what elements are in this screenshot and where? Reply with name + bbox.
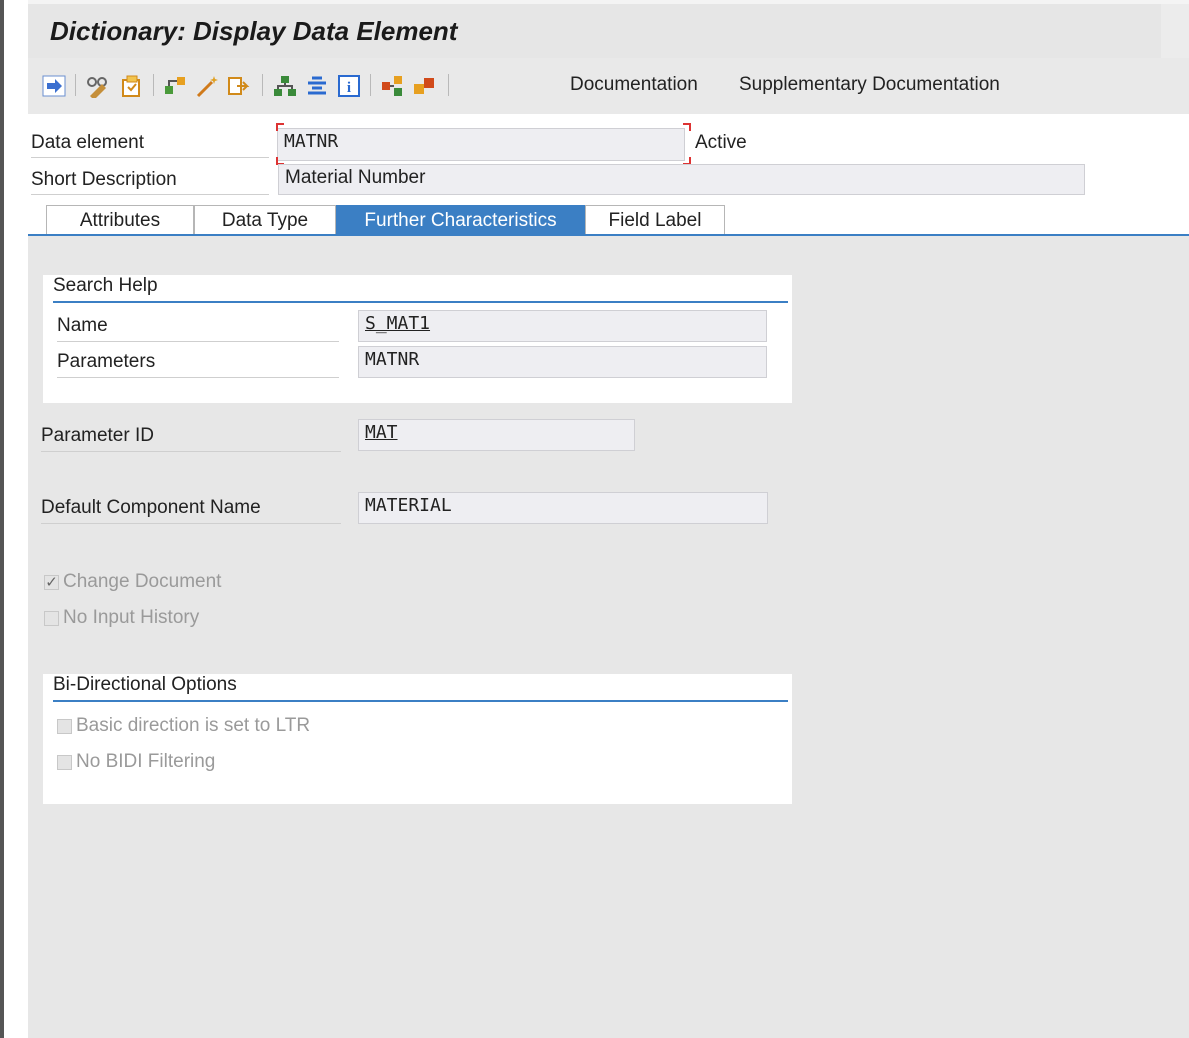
- tab-content: Search Help Name S_MAT1 Parameters MATNR…: [28, 236, 1189, 1038]
- no-bidi-filtering-option: No BIDI Filtering: [57, 751, 215, 773]
- tab-strip: Attributes Data Type Further Characteris…: [28, 205, 1189, 237]
- tab-field-label[interactable]: Field Label: [585, 205, 725, 235]
- default-component-value: MATERIAL: [365, 495, 452, 516]
- no-input-history-option: No Input History: [44, 607, 199, 629]
- title-bar: Dictionary: Display Data Element: [28, 0, 1189, 60]
- title-bar-right-strip: [1161, 4, 1189, 60]
- toolbar-separator: [370, 74, 371, 96]
- list-icon[interactable]: [303, 72, 331, 100]
- window-left-gutter: [4, 0, 28, 1038]
- search-help-title: Search Help: [53, 275, 788, 303]
- change-document-label: Change Document: [63, 571, 222, 592]
- search-help-name-field[interactable]: S_MAT1: [358, 310, 767, 342]
- export-icon[interactable]: [226, 72, 254, 100]
- bidi-panel: Bi-Directional Options Basic direction i…: [43, 674, 792, 804]
- search-help-parameters-field[interactable]: MATNR: [358, 346, 767, 378]
- arrow-right-icon[interactable]: [40, 72, 68, 100]
- data-element-field[interactable]: MATNR: [277, 128, 685, 161]
- toolbar-separator: [262, 74, 263, 96]
- search-help-name-label: Name: [57, 315, 339, 342]
- short-description-value: Material Number: [285, 167, 426, 188]
- supplementary-documentation-button[interactable]: Supplementary Documentation: [739, 74, 1000, 96]
- basic-direction-checkbox[interactable]: [57, 718, 72, 734]
- tab-attributes[interactable]: Attributes: [46, 205, 194, 235]
- graph-icon[interactable]: [379, 72, 407, 100]
- default-component-field[interactable]: MATERIAL: [358, 492, 768, 524]
- parameter-id-field[interactable]: MAT: [358, 419, 635, 451]
- documentation-button[interactable]: Documentation: [570, 74, 698, 96]
- required-marker: [276, 123, 284, 131]
- toolbar-separator: [75, 74, 76, 96]
- tree-icon[interactable]: [271, 72, 299, 100]
- search-help-parameters-value: MATNR: [365, 349, 420, 370]
- short-description-label: Short Description: [31, 169, 269, 195]
- parameter-id-label: Parameter ID: [41, 425, 341, 452]
- svg-text:i: i: [347, 80, 351, 96]
- no-input-history-checkbox[interactable]: [44, 610, 59, 626]
- glasses-icon[interactable]: [84, 72, 112, 100]
- no-input-history-label: No Input History: [63, 607, 200, 628]
- copy-icon[interactable]: [118, 72, 146, 100]
- toolbar-separator: [153, 74, 154, 96]
- change-document-option: ✓ Change Document: [44, 571, 221, 593]
- tab-data-type[interactable]: Data Type: [194, 205, 336, 235]
- status-text: Active: [695, 132, 747, 153]
- toolbar-separator: [448, 74, 449, 96]
- short-description-field[interactable]: Material Number: [278, 164, 1085, 195]
- search-help-parameters-label: Parameters: [57, 351, 339, 378]
- data-element-value: MATNR: [284, 131, 339, 152]
- page-title: Dictionary: Display Data Element: [50, 16, 458, 46]
- search-help-name-value: S_MAT1: [365, 313, 431, 334]
- parameter-id-value: MAT: [365, 422, 398, 443]
- data-element-label: Data element: [31, 132, 269, 158]
- info-icon[interactable]: i: [335, 72, 363, 100]
- required-marker: [683, 123, 691, 131]
- default-component-label: Default Component Name: [41, 497, 341, 524]
- application-toolbar: i Documentation Supplementary Documentat…: [28, 58, 1189, 114]
- change-document-checkbox[interactable]: ✓: [44, 574, 59, 591]
- no-bidi-filtering-label: No BIDI Filtering: [76, 751, 216, 772]
- hierarchy-icon[interactable]: [162, 72, 190, 100]
- bidi-title: Bi-Directional Options: [53, 674, 788, 702]
- magic-wand-icon[interactable]: [194, 72, 222, 100]
- search-help-panel: Search Help Name S_MAT1 Parameters MATNR: [43, 275, 792, 403]
- tab-further-characteristics[interactable]: Further Characteristics: [336, 205, 585, 235]
- no-bidi-filtering-checkbox[interactable]: [57, 754, 72, 770]
- basic-direction-option: Basic direction is set to LTR: [57, 715, 310, 737]
- compare-icon[interactable]: [411, 72, 439, 100]
- basic-direction-label: Basic direction is set to LTR: [76, 715, 311, 736]
